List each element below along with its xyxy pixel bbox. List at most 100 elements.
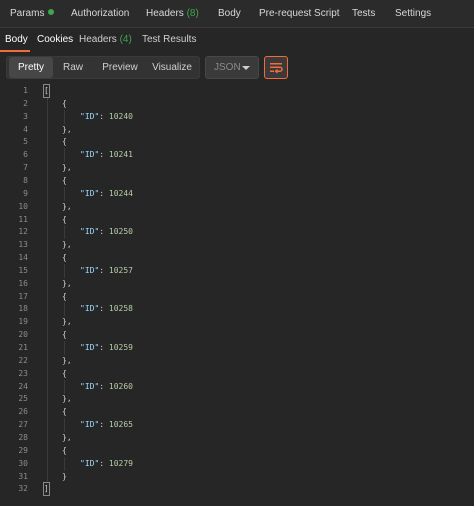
line-number: 9	[23, 188, 28, 198]
line-number: 12	[18, 227, 28, 237]
json-value: 10240	[108, 111, 133, 121]
json-property: "ID": 10260	[80, 381, 133, 393]
line-number: 18	[18, 304, 28, 314]
code-line: 22},	[0, 355, 474, 367]
json-punctuation: [	[44, 86, 49, 95]
json-punctuation: {	[62, 98, 67, 108]
json-bracket: },	[62, 316, 72, 328]
line-number: 26	[18, 407, 28, 417]
code-line: 27 "ID": 10265	[0, 418, 474, 433]
params-status-dot	[48, 9, 55, 15]
json-punctuation: },	[62, 240, 72, 250]
code-line: 6 "ID": 10241	[0, 148, 474, 163]
json-key: "ID"	[80, 381, 100, 391]
json-value: 10260	[108, 381, 133, 391]
view-mode-switcher: Pretty Raw Preview Visualize	[6, 56, 200, 79]
json-punctuation: },	[62, 432, 72, 442]
chevron-down-icon	[242, 66, 250, 70]
code-line: 4},	[0, 124, 474, 136]
code-line: 29 {	[0, 445, 474, 457]
line-number: 11	[18, 214, 28, 224]
line-number: 3	[23, 111, 28, 121]
tab-headers[interactable]: Headers (8)	[146, 0, 199, 27]
json-value: 10258	[108, 304, 133, 314]
wrap-lines-button[interactable]	[264, 56, 288, 79]
json-punctuation: },	[62, 317, 72, 327]
code-line: 24 "ID": 10260	[0, 379, 474, 394]
json-bracket: },	[62, 124, 72, 136]
json-punctuation: :	[99, 150, 109, 160]
line-number: 1	[23, 86, 28, 95]
code-line: 28},	[0, 432, 474, 444]
response-headers-count: (4)	[119, 34, 132, 45]
json-key: "ID"	[80, 420, 100, 430]
json-key: "ID"	[80, 188, 100, 198]
indent-guide	[64, 148, 65, 163]
line-number: 2	[23, 98, 28, 108]
json-bracket: {	[62, 291, 67, 303]
line-number: 25	[18, 394, 28, 404]
line-number: 28	[18, 432, 28, 442]
tab-body[interactable]: Body	[218, 0, 241, 27]
json-punctuation: },	[62, 124, 72, 134]
json-bracket: {	[62, 175, 67, 187]
json-punctuation: :	[99, 227, 109, 237]
indent-guide	[64, 186, 65, 201]
json-value: 10265	[108, 420, 133, 430]
response-tab-headers[interactable]: Headers (4)	[79, 28, 132, 52]
json-bracket: }	[62, 471, 67, 483]
json-property: "ID": 10240	[80, 111, 133, 123]
indent-guide	[64, 225, 65, 240]
json-key: "ID"	[80, 458, 100, 468]
tab-settings[interactable]: Settings	[395, 0, 431, 27]
tab-pre-request-script[interactable]: Pre-request Script	[259, 0, 340, 27]
code-line: 31}	[0, 471, 474, 483]
code-line: 19},	[0, 316, 474, 328]
json-property: "ID": 10250	[80, 226, 133, 238]
line-number: 16	[18, 278, 28, 288]
tab-authorization[interactable]: Authorization	[71, 0, 129, 27]
line-number: 14	[18, 253, 28, 263]
json-punctuation: :	[99, 188, 109, 198]
line-number: 8	[23, 175, 28, 185]
json-value: 10279	[108, 458, 133, 468]
tab-params[interactable]: Params	[10, 0, 55, 27]
line-number: 23	[18, 368, 28, 378]
line-number: 27	[18, 420, 28, 430]
code-line: 9 "ID": 10244	[0, 186, 474, 201]
json-bracket: {	[62, 98, 67, 110]
line-number: 6	[23, 150, 28, 160]
tab-headers-label: Headers	[146, 8, 184, 19]
raw-button[interactable]: Raw	[55, 57, 91, 78]
code-line: 5{	[0, 136, 474, 148]
code-line: 15 "ID": 10257	[0, 263, 474, 278]
response-tab-test-results[interactable]: Test Results	[142, 28, 196, 52]
line-number: 24	[18, 381, 28, 391]
code-line: 8{	[0, 175, 474, 187]
json-bracket: {	[62, 136, 67, 148]
json-value: 10257	[108, 265, 133, 275]
code-line: 30 "ID": 10279	[0, 456, 474, 471]
response-tab-body[interactable]: Body	[5, 28, 28, 52]
json-punctuation: :	[99, 381, 109, 391]
format-select[interactable]: JSON	[205, 56, 259, 79]
line-number: 4	[23, 124, 28, 134]
preview-button[interactable]: Preview	[95, 57, 145, 78]
response-body-editor[interactable]: 1[2{3 "ID": 10240 4}, 5{6 "ID": 10241 7}, 8{9 "…	[0, 83, 474, 506]
code-line: 25},	[0, 393, 474, 405]
code-line: 26 {	[0, 406, 474, 418]
json-key: "ID"	[80, 304, 100, 314]
visualize-button[interactable]: Visualize	[147, 57, 197, 78]
indent-guide	[64, 341, 65, 355]
json-punctuation: ]	[44, 484, 49, 494]
json-value: 10244	[108, 188, 133, 198]
pretty-button[interactable]: Pretty	[9, 57, 53, 78]
json-punctuation: },	[62, 355, 72, 365]
json-punctuation: {	[62, 253, 67, 263]
response-headers-label: Headers	[79, 34, 117, 45]
tab-tests[interactable]: Tests	[352, 0, 375, 27]
json-bracket: },	[62, 162, 72, 174]
json-punctuation: },	[62, 201, 72, 211]
line-number: 17	[18, 291, 28, 301]
response-tab-cookies[interactable]: Cookies	[37, 28, 73, 52]
